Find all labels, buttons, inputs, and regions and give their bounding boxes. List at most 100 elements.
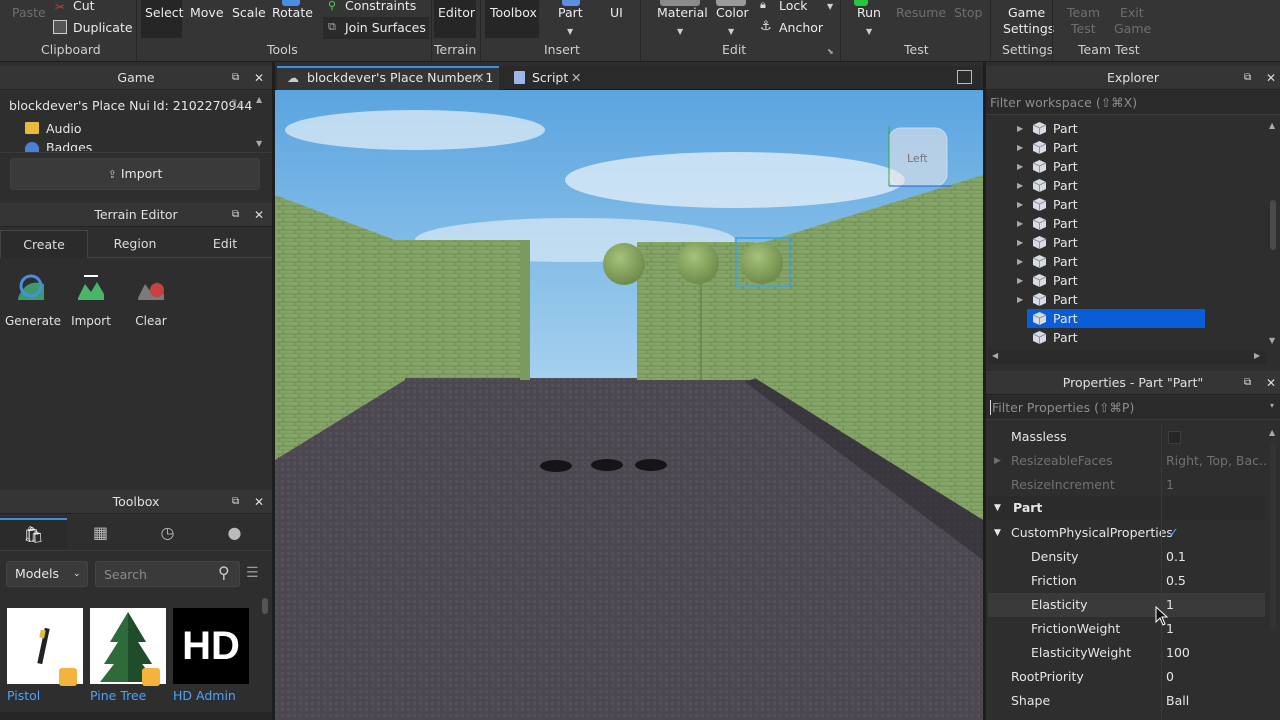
scroll-up-icon[interactable]: ▲ (1269, 428, 1275, 437)
prop-row-elasticity-weight[interactable]: ElasticityWeight 100 (988, 641, 1265, 665)
anchor-button[interactable]: Anchor (779, 20, 823, 35)
explorer-item-part[interactable]: ▶Part (1017, 138, 1217, 157)
prop-row-massless[interactable]: Massless (988, 425, 1265, 449)
color-button[interactable]: Color (716, 5, 749, 20)
select-button[interactable]: Select (145, 5, 184, 20)
search-input[interactable]: Search ⚲ (95, 561, 240, 587)
collapse-arrow-icon[interactable]: ▼ (994, 521, 1001, 545)
toolbox-tab-creations[interactable]: ● (201, 518, 268, 548)
scroll-up-icon[interactable]: ▲ (256, 95, 262, 104)
tab-create[interactable]: Create (0, 230, 88, 258)
scroll-thumb[interactable] (1270, 441, 1276, 631)
prop-row-resize-increment[interactable]: ResizeIncrement 1 (988, 473, 1265, 497)
prop-row-elasticity[interactable]: Elasticity 1 (988, 593, 1265, 617)
explorer-item-part[interactable]: ▶Part (1017, 176, 1217, 195)
constraints-button[interactable]: Constraints (345, 0, 416, 13)
run-dropdown-icon[interactable]: ▼ (866, 27, 872, 36)
expand-arrow-icon[interactable]: ▶ (1017, 233, 1023, 252)
scroll-right-icon[interactable]: ▶ (1254, 351, 1260, 360)
float-panel-icon[interactable]: ⧉ (1244, 66, 1251, 90)
toolbox-item-label[interactable]: Pine Tree (90, 688, 146, 703)
view-cube-label[interactable]: Left (907, 152, 928, 165)
move-button[interactable]: Move (190, 5, 224, 20)
team-test-button-line2[interactable]: Test (1071, 21, 1096, 36)
prop-category-part[interactable]: ▼ Part (988, 496, 1265, 520)
import-tool[interactable]: Import (65, 272, 117, 328)
explorer-item-part[interactable]: ▶Part (1017, 290, 1217, 309)
expand-arrow-icon[interactable]: ▶ (1017, 195, 1023, 214)
prop-row-custom-physical-properties[interactable]: ▼ CustomPhysicalProperties ✓ (988, 521, 1265, 545)
expand-arrow-icon[interactable]: ▶ (1017, 290, 1023, 309)
category-select[interactable]: Models ⌄ (6, 561, 88, 587)
lock-dropdown-icon[interactable]: ▼ (827, 2, 833, 11)
prop-row-shape[interactable]: Shape Ball (988, 689, 1265, 713)
prop-row-density[interactable]: Density 0.1 (988, 545, 1265, 569)
ui-button[interactable]: UI (610, 5, 623, 20)
expand-arrow-icon[interactable]: ▶ (1017, 214, 1023, 233)
expand-arrow-icon[interactable]: ▶ (1017, 271, 1023, 290)
expand-arrow-icon[interactable]: ▶ (1017, 138, 1023, 157)
filter-icon[interactable]: ☰ (246, 565, 259, 581)
toolbox-tab-inventory[interactable]: ▦ (67, 518, 134, 548)
material-button[interactable]: Material (657, 5, 708, 20)
close-tab-icon[interactable]: ✕ (571, 66, 581, 90)
tab-place[interactable]: blockdever's Place Number: 1 (307, 66, 493, 90)
scale-button[interactable]: Scale (232, 5, 266, 20)
custom-physical-checkbox[interactable]: ✓ (1168, 527, 1181, 540)
rotate-button[interactable]: Rotate (272, 5, 313, 20)
terrain-editor-button[interactable]: Editor (438, 5, 475, 20)
explorer-scrollbar[interactable]: ▲ ▼ (1268, 118, 1278, 350)
explorer-item-part[interactable]: ▶Part (1017, 233, 1217, 252)
3d-viewport[interactable]: Left (275, 90, 983, 720)
fullscreen-icon[interactable] (957, 70, 972, 84)
scroll-left-icon[interactable]: ◀ (992, 351, 998, 360)
toolbox-item-label[interactable]: HD Admin (173, 688, 236, 703)
scroll-up-icon[interactable]: ▲ (1269, 121, 1275, 130)
chevron-down-icon[interactable]: ▾ (1270, 401, 1274, 410)
expand-arrow-icon[interactable]: ▶ (1017, 176, 1023, 195)
duplicate-button[interactable]: Duplicate (73, 20, 133, 35)
float-panel-icon[interactable]: ⧉ (1244, 371, 1251, 395)
float-panel-icon[interactable]: ⧉ (232, 203, 239, 227)
prop-row-resizeable-faces[interactable]: ▶ ResizeableFaces Right, Top, Bac... (988, 449, 1271, 473)
join-surfaces-button[interactable]: Join Surfaces (345, 20, 426, 35)
team-test-button-line1[interactable]: Team (1067, 5, 1100, 20)
close-tab-icon[interactable]: ✕ (474, 66, 484, 90)
explorer-item-part[interactable]: ▶Part (1017, 328, 1217, 347)
close-icon[interactable]: ✕ (254, 66, 264, 90)
expand-corner-icon[interactable]: ⬊ (827, 47, 834, 56)
tab-script[interactable]: Script (532, 66, 568, 90)
float-panel-icon[interactable]: ⧉ (232, 490, 239, 514)
cut-button[interactable]: Cut (73, 0, 95, 13)
explorer-item-part[interactable]: ▶Part (1017, 271, 1217, 290)
toolbox-tab-recent[interactable]: ◷ (134, 518, 201, 548)
generate-tool[interactable]: Generate (5, 272, 61, 328)
game-item-badges[interactable]: Badges (46, 140, 92, 151)
exit-game-button-line1[interactable]: Exit (1120, 5, 1144, 20)
massless-checkbox[interactable] (1168, 431, 1181, 444)
properties-filter-input[interactable]: Filter Properties (⇧⌘P) ▾ (986, 396, 1280, 420)
explorer-item-part[interactable]: ▶Part (1027, 309, 1205, 328)
clear-tool[interactable]: Clear (125, 272, 177, 328)
toolbox-button[interactable]: Toolbox (490, 5, 537, 20)
prop-row-friction[interactable]: Friction 0.5 (988, 569, 1265, 593)
tab-region[interactable]: Region (90, 230, 180, 258)
float-panel-icon[interactable]: ⧉ (232, 66, 239, 90)
explorer-item-part[interactable]: ▶Part (1017, 214, 1217, 233)
run-button[interactable]: Run (857, 5, 881, 20)
close-icon[interactable]: ✕ (254, 490, 264, 514)
toolbox-item-label[interactable]: Pistol (7, 688, 40, 703)
explorer-item-part[interactable]: ▶Part (1017, 195, 1217, 214)
toolbox-scrollbar[interactable] (262, 598, 268, 614)
refresh-icon[interactable]: ↻ (231, 97, 243, 113)
expand-arrow-icon[interactable]: ▶ (1017, 157, 1023, 176)
part-dropdown-icon[interactable]: ▼ (567, 27, 573, 36)
part-button[interactable]: Part (558, 5, 583, 20)
properties-scrollbar[interactable]: ▲ (1268, 425, 1278, 720)
search-icon[interactable]: ⚲ (218, 563, 230, 582)
resume-button[interactable]: Resume (896, 5, 946, 20)
game-settings-button-line2[interactable]: Settings (1003, 21, 1054, 36)
lock-button[interactable]: Lock (779, 0, 808, 13)
collapse-arrow-icon[interactable]: ▼ (994, 496, 1001, 520)
explorer-hscrollbar[interactable]: ◀ ▶ (988, 350, 1266, 364)
